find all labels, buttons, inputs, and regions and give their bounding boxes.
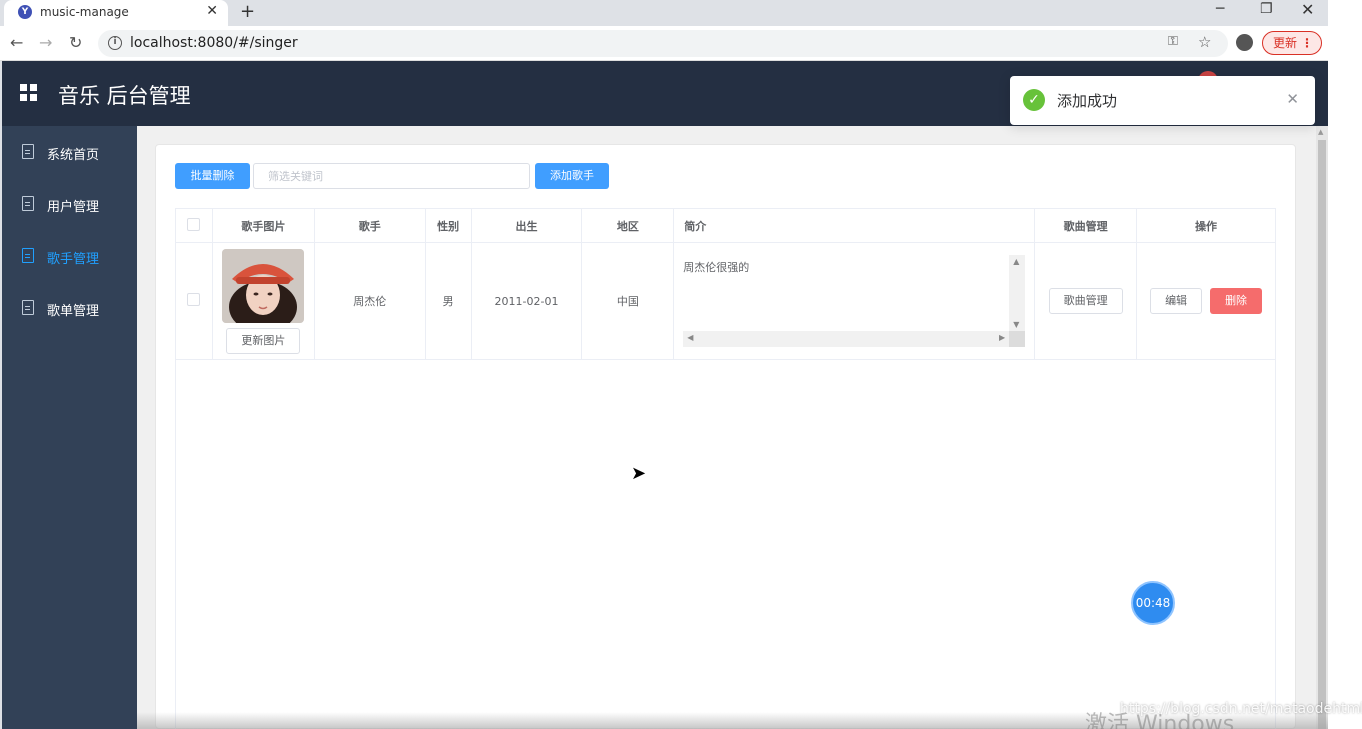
document-icon: [22, 144, 34, 159]
page-right-margin: [1328, 0, 1362, 729]
sidebar-item-label: 歌单管理: [47, 304, 100, 319]
table-row: 更新图片 周杰伦 男 2011-02-01 中国 周杰伦很强的 ▲ ▼ ◀ ▶: [175, 242, 1276, 360]
sidebar-item-home[interactable]: 系统首页: [2, 126, 137, 178]
row-select-cell: [175, 242, 213, 360]
search-input[interactable]: [253, 163, 530, 189]
mouse-cursor-icon: ➤: [631, 463, 647, 484]
document-icon: [22, 196, 34, 211]
intro-scroll-box[interactable]: 周杰伦很强的 ▲ ▼ ◀ ▶: [683, 255, 1026, 347]
menu-dots-icon[interactable]: ⋮: [1301, 32, 1313, 54]
browser-tab-strip: Y music-manage ✕ + ─ ❐ ✕: [0, 0, 1362, 26]
column-header: 歌手: [313, 208, 426, 243]
scroll-left-arrow-icon[interactable]: ◀: [687, 333, 693, 342]
sidebar-item-playlists[interactable]: 歌单管理: [2, 282, 137, 334]
profile-avatar-icon[interactable]: [1236, 34, 1253, 51]
restore-window-icon[interactable]: ❐: [1260, 1, 1273, 17]
favicon-icon: Y: [18, 5, 32, 19]
sidebar-item-label: 用户管理: [47, 200, 100, 215]
intro-text: 周杰伦很强的: [683, 261, 750, 274]
singer-sex-cell: 男: [424, 242, 472, 360]
update-picture-button[interactable]: 更新图片: [226, 327, 301, 354]
key-icon[interactable]: ⚿: [1168, 34, 1178, 49]
singer-intro-cell: 周杰伦很强的 ▲ ▼ ◀ ▶: [673, 242, 1036, 360]
back-arrow-icon[interactable]: ←: [10, 33, 23, 52]
page-scrollbar[interactable]: ▲: [1316, 126, 1328, 729]
column-header: 歌手图片: [211, 208, 315, 243]
singer-photo: [222, 248, 305, 323]
info-icon[interactable]: i: [108, 36, 122, 50]
column-header: 歌曲管理: [1034, 208, 1138, 243]
singer-name-cell: 周杰伦: [313, 242, 426, 360]
bookmark-star-icon[interactable]: ☆: [1198, 33, 1211, 51]
url-field[interactable]: i localhost:8080/#/singer ⚿ ☆: [98, 30, 1228, 57]
scroll-right-arrow-icon[interactable]: ▶: [999, 333, 1005, 342]
update-label: 更新: [1273, 36, 1298, 50]
singer-table: 歌手图片 歌手 性别 出生 地区 简介 歌曲管理 操作 更新图片 周杰伦 男 2…: [175, 208, 1276, 360]
delete-button[interactable]: 删除: [1210, 288, 1263, 314]
singer-birth-cell: 2011-02-01: [470, 242, 583, 360]
sidebar: 系统首页 用户管理 歌手管理 歌单管理: [2, 126, 137, 729]
singer-photo-image: [222, 248, 305, 323]
document-icon: [22, 248, 34, 263]
forward-arrow-icon[interactable]: →: [39, 33, 52, 52]
batch-delete-button[interactable]: 批量删除: [175, 163, 250, 189]
new-tab-icon[interactable]: +: [240, 1, 255, 22]
singer-location-cell: 中国: [581, 242, 675, 360]
actions-cell: 编辑 删除: [1136, 242, 1276, 360]
close-toast-icon[interactable]: ✕: [1286, 90, 1299, 108]
address-bar: ← → ↻ i localhost:8080/#/singer ⚿ ☆ 更新 ⋮: [0, 26, 1328, 61]
recording-timer-badge[interactable]: 00:48: [1131, 581, 1175, 625]
close-tab-icon[interactable]: ✕: [206, 3, 218, 19]
success-check-icon: ✓: [1023, 89, 1045, 111]
column-header: 地区: [581, 208, 675, 243]
success-toast: ✓ 添加成功 ✕: [1010, 76, 1315, 125]
scroll-down-arrow-icon[interactable]: ▼: [1013, 320, 1019, 329]
document-icon: [22, 300, 34, 315]
scroll-up-arrow-icon[interactable]: ▲: [1318, 128, 1323, 136]
scrollbar-corner: [1009, 331, 1026, 347]
column-header: 操作: [1136, 208, 1276, 243]
select-all-cell: [175, 208, 213, 243]
add-singer-button[interactable]: 添加歌手: [535, 163, 609, 189]
table-header-row: 歌手图片 歌手 性别 出生 地区 简介 歌曲管理 操作: [175, 208, 1276, 243]
row-checkbox[interactable]: [187, 293, 201, 306]
browser-update-button[interactable]: 更新 ⋮: [1262, 31, 1322, 55]
close-window-icon[interactable]: ✕: [1301, 0, 1314, 19]
sidebar-item-label: 歌手管理: [47, 252, 100, 267]
select-all-checkbox[interactable]: [187, 217, 201, 231]
scroll-up-arrow-icon[interactable]: ▲: [1013, 257, 1019, 266]
table-empty-area: [175, 359, 1276, 729]
intro-horizontal-scrollbar[interactable]: ◀ ▶: [683, 331, 1010, 347]
sidebar-item-users[interactable]: 用户管理: [2, 178, 137, 230]
column-header: 性别: [424, 208, 472, 243]
column-header: 简介: [673, 208, 1036, 243]
tab-title: music-manage: [40, 5, 129, 19]
edit-button[interactable]: 编辑: [1150, 288, 1203, 314]
minimize-window-icon[interactable]: ─: [1216, 1, 1224, 17]
app-title: 音乐 后台管理: [58, 84, 191, 108]
browser-tab[interactable]: Y music-manage ✕: [4, 0, 228, 26]
collapse-menu-grid-icon[interactable]: [20, 84, 37, 101]
song-management-button[interactable]: 歌曲管理: [1048, 288, 1123, 314]
url-text[interactable]: localhost:8080/#/singer: [130, 35, 298, 51]
singer-photo-cell: 更新图片: [211, 242, 315, 360]
scrollbar-thumb[interactable]: [1318, 140, 1326, 729]
song-management-cell: 歌曲管理: [1034, 242, 1138, 360]
column-header: 出生: [470, 208, 583, 243]
toast-message: 添加成功: [1057, 92, 1118, 110]
sidebar-item-singers[interactable]: 歌手管理: [2, 230, 137, 282]
reload-icon[interactable]: ↻: [69, 33, 82, 52]
intro-vertical-scrollbar[interactable]: ▲ ▼: [1009, 255, 1026, 331]
blog-watermark: https://blog.csdn.net/mataodehtml: [1120, 701, 1362, 717]
sidebar-item-label: 系统首页: [47, 148, 100, 163]
